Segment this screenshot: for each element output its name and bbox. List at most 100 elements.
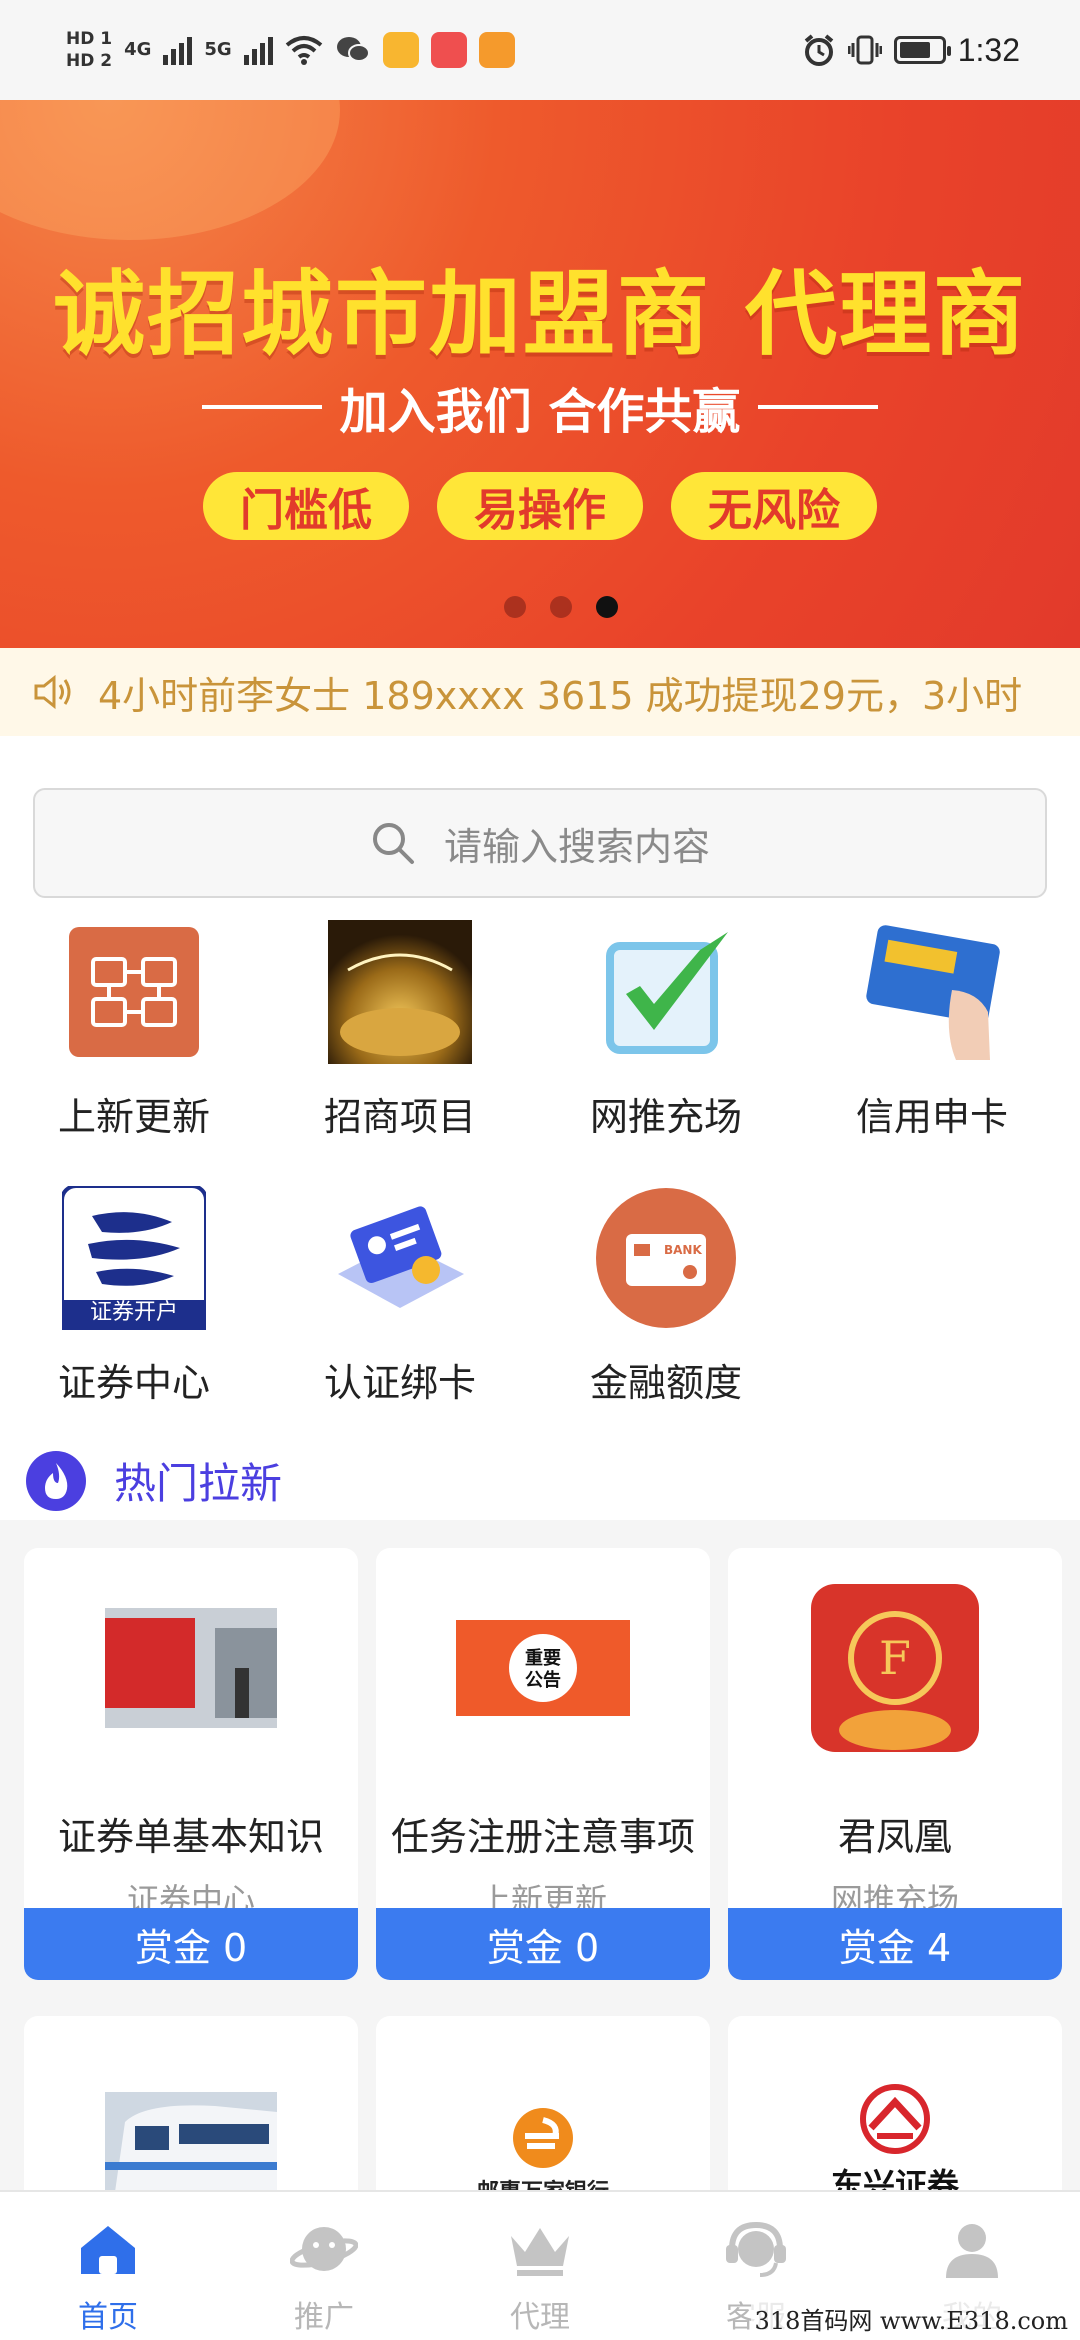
invite-franchise-icon bbox=[328, 920, 472, 1064]
card-image bbox=[24, 2016, 358, 2216]
watermark: 318首码网 www.E318.com bbox=[750, 2301, 1072, 2336]
status-bar: HD 1 HD 2 4G 5G 1:32 bbox=[0, 0, 1080, 100]
securities-badge: 证券开户 bbox=[89, 1300, 178, 1325]
grid-item-verify-card[interactable]: 认证绑卡 bbox=[300, 1186, 500, 1407]
svg-text:公告: 公告 bbox=[525, 1669, 561, 1691]
reward-button[interactable]: 赏金 0 bbox=[24, 1908, 358, 1980]
grid-label: 金融额度 bbox=[589, 1361, 742, 1405]
status-left: HD 1 HD 2 4G 5G bbox=[66, 28, 515, 72]
promo-banner[interactable]: 诚招城市加盟商 代理商 加入我们 合作共赢 门槛低 易操作 无风险 bbox=[0, 100, 1080, 648]
grid-label: 信用申卡 bbox=[855, 1095, 1008, 1139]
hot-section-header: 热门拉新 bbox=[26, 1450, 282, 1511]
postal-bank-logo bbox=[513, 2108, 573, 2168]
task-card[interactable]: 东兴证券 bbox=[728, 2016, 1062, 2216]
dongxing-logo bbox=[860, 2084, 930, 2154]
banner-pill: 无风险 bbox=[671, 472, 877, 540]
wifi-icon bbox=[285, 36, 322, 65]
update-grid-icon bbox=[62, 920, 206, 1064]
wechat-icon bbox=[336, 37, 370, 62]
network-4g-label: 4G bbox=[124, 39, 152, 60]
grid-item-update[interactable]: 上新更新 bbox=[34, 920, 234, 1141]
grid-label: 证券中心 bbox=[57, 1361, 210, 1405]
planet-icon bbox=[290, 2216, 358, 2284]
weibo-icon bbox=[382, 32, 419, 68]
task-card[interactable]: F 君凤凰 网推充场 赏金 4 bbox=[728, 1548, 1062, 1980]
carousel-dot[interactable] bbox=[550, 596, 572, 618]
securities-icon: 证券开户 bbox=[62, 1186, 206, 1330]
video-app-icon bbox=[478, 32, 515, 68]
vibrate-icon bbox=[847, 35, 882, 65]
nav-home[interactable]: 首页 bbox=[0, 2192, 216, 2340]
speaker-icon bbox=[34, 674, 71, 710]
headset-icon bbox=[722, 2216, 790, 2284]
notice-text: 4小时前李女士 189xxxx 3615 成功提现29元，3小时 bbox=[98, 673, 1023, 718]
divider bbox=[758, 405, 879, 409]
bank-card-icon: BANK bbox=[594, 1186, 738, 1330]
nav-agent[interactable]: 代理 bbox=[432, 2192, 648, 2340]
banner-title: 诚招城市加盟商 代理商 bbox=[52, 261, 1028, 368]
section-title: 热门拉新 bbox=[114, 1459, 283, 1508]
card-image: 东兴证券 bbox=[728, 2016, 1062, 2216]
banner-subtitle: 加入我们 合作共赢 bbox=[339, 384, 741, 440]
home-icon bbox=[74, 2216, 142, 2284]
svg-text:BANK: BANK bbox=[664, 1243, 702, 1257]
notice-bar[interactable]: 4小时前李女士 189xxxx 3615 成功提现29元，3小时 bbox=[0, 648, 1080, 736]
crown-icon bbox=[506, 2216, 574, 2284]
search-icon bbox=[372, 823, 414, 864]
card-image: 邮惠万家银行 bbox=[376, 2016, 710, 2216]
fire-icon bbox=[26, 1450, 86, 1511]
banner-decoration bbox=[0, 100, 340, 240]
grid-label: 认证绑卡 bbox=[323, 1361, 476, 1405]
card-title: 君凤凰 bbox=[837, 1815, 952, 1859]
grid-item-finance-quota[interactable]: BANK 金融额度 bbox=[566, 1186, 766, 1407]
signal-icon bbox=[163, 35, 193, 65]
carousel-dot[interactable] bbox=[504, 596, 526, 618]
grid-item-franchise[interactable]: 招商项目 bbox=[300, 920, 500, 1141]
carousel-dot-active[interactable] bbox=[596, 596, 618, 618]
grid-label: 招商项目 bbox=[323, 1095, 476, 1139]
battery-icon bbox=[893, 36, 951, 64]
search-placeholder: 请输入搜索内容 bbox=[443, 824, 710, 869]
carousel-dots bbox=[0, 596, 1080, 618]
task-card[interactable]: 证券单基本知识 证券中心 赏金 0 bbox=[24, 1548, 358, 1980]
svg-text:F: F bbox=[879, 1631, 911, 1685]
id-card-verify-icon bbox=[328, 1186, 472, 1330]
grid-item-securities[interactable]: 证券开户 证券中心 bbox=[34, 1186, 234, 1407]
hd2-label: HD 2 bbox=[66, 51, 113, 71]
hd-indicator: HD 1 HD 2 bbox=[66, 28, 112, 72]
grid-item-network-promo[interactable]: 网推充场 bbox=[566, 920, 766, 1141]
banner-subtitle-row: 加入我们 合作共赢 bbox=[0, 372, 1080, 442]
task-card[interactable] bbox=[24, 2016, 358, 2216]
checkmark-icon bbox=[594, 920, 738, 1064]
svg-text:重要: 重要 bbox=[525, 1647, 561, 1669]
network-5g-label: 5G bbox=[204, 39, 232, 60]
card-title: 任务注册注意事项 bbox=[390, 1815, 695, 1859]
signal-icon-2 bbox=[243, 35, 273, 65]
nav-label: 推广 bbox=[294, 2300, 354, 2335]
grid-label: 上新更新 bbox=[57, 1095, 210, 1139]
user-icon bbox=[938, 2216, 1006, 2284]
reward-button[interactable]: 赏金 4 bbox=[728, 1908, 1062, 1980]
card-image bbox=[24, 1548, 358, 1788]
reward-button[interactable]: 赏金 0 bbox=[376, 1908, 710, 1980]
divider bbox=[201, 405, 322, 409]
nav-promote[interactable]: 推广 bbox=[216, 2192, 432, 2340]
nav-label: 代理 bbox=[510, 2300, 570, 2335]
card-image: F bbox=[728, 1548, 1062, 1788]
banner-pill: 门槛低 bbox=[203, 472, 409, 540]
status-right: 1:32 bbox=[802, 32, 1020, 69]
task-card[interactable]: 邮惠万家银行 bbox=[376, 2016, 710, 2216]
grid-item-credit-card[interactable]: 信用申卡 bbox=[832, 920, 1032, 1141]
card-image: 重要 公告 bbox=[376, 1548, 710, 1788]
clock: 1:32 bbox=[957, 31, 1020, 68]
reader-app-icon bbox=[430, 32, 467, 68]
hd1-label: HD 1 bbox=[66, 29, 113, 49]
alarm-icon bbox=[804, 34, 833, 66]
grid-label: 网推充场 bbox=[589, 1095, 742, 1139]
task-card[interactable]: 重要 公告 任务注册注意事项 上新更新 赏金 0 bbox=[376, 1548, 710, 1980]
search-input[interactable]: 请输入搜索内容 bbox=[33, 788, 1047, 898]
credit-card-icon bbox=[860, 920, 1004, 1064]
banner-pill: 易操作 bbox=[437, 472, 643, 540]
nav-label: 首页 bbox=[78, 2300, 138, 2335]
card-title: 证券单基本知识 bbox=[57, 1815, 324, 1859]
